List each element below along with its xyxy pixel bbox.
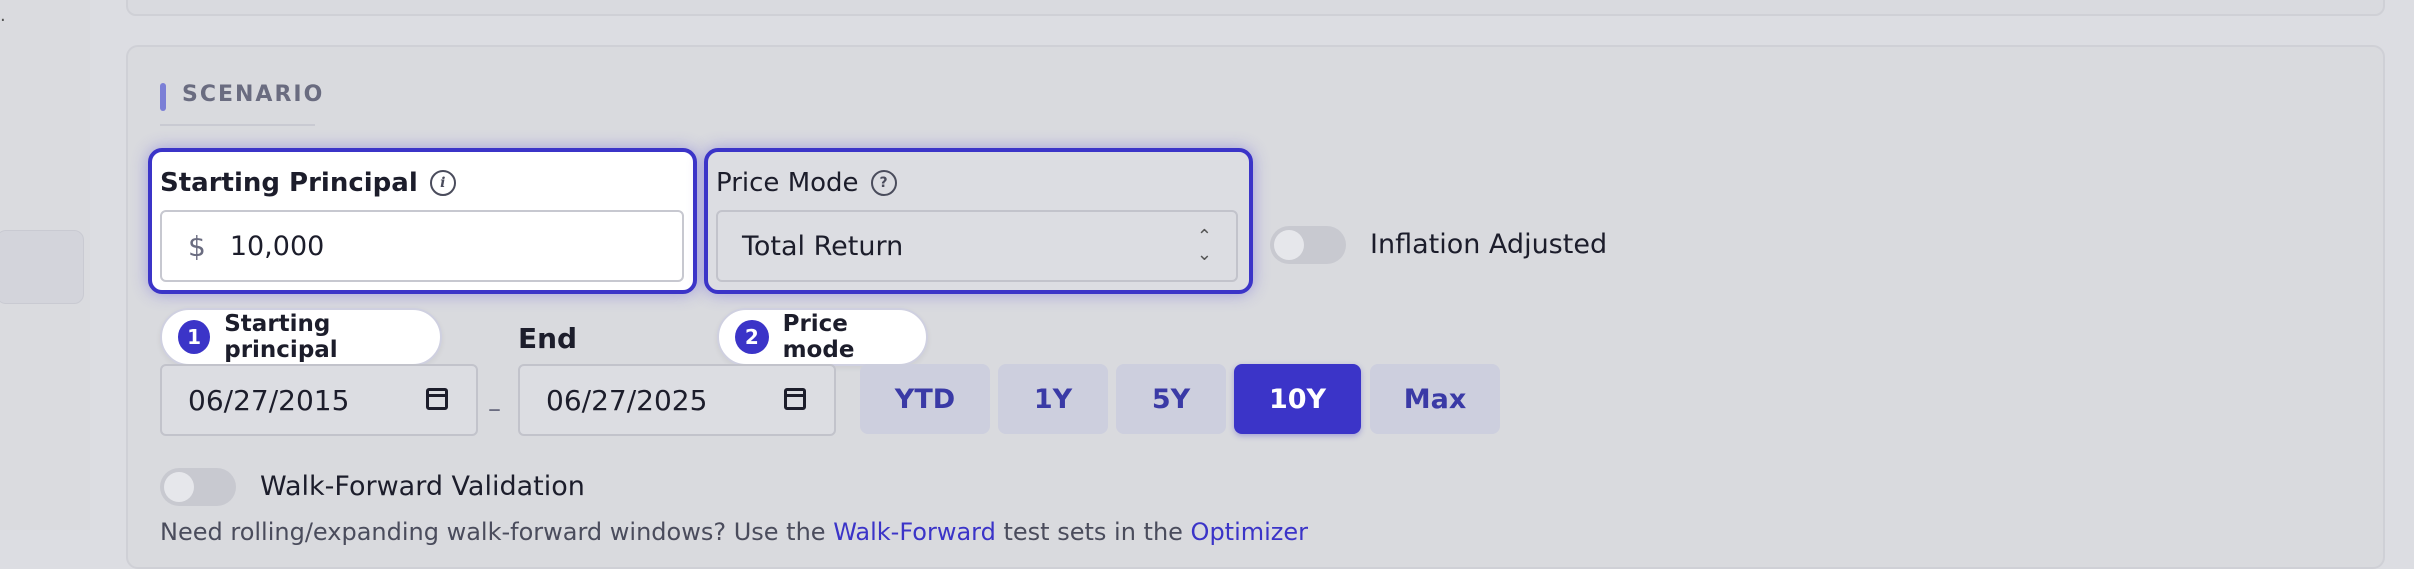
walk-forward-hint: Need rolling/expanding walk-forward wind…	[160, 518, 1308, 546]
hint-prefix: Need rolling/expanding walk-forward wind…	[160, 518, 834, 546]
inflation-adjusted-label: Inflation Adjusted	[1370, 229, 1608, 260]
tour-step-starting-principal[interactable]: 1 Starting principal	[160, 308, 442, 366]
section-header: SCENARIO	[160, 80, 322, 126]
range-button-ytd[interactable]: YTD	[860, 364, 990, 434]
info-icon[interactable]: i	[429, 170, 456, 196]
tour-step-number: 1	[178, 320, 211, 354]
tour-step-number: 2	[735, 320, 769, 354]
range-button-10y[interactable]: 10Y	[1234, 364, 1361, 434]
start-date-value: 06/27/2015	[188, 383, 350, 417]
price-mode-value: Total Return	[742, 230, 904, 262]
price-mode-label-text: Price Mode	[716, 168, 859, 198]
inflation-adjusted-toggle[interactable]	[1270, 226, 1346, 264]
starting-principal-input[interactable]: $ 10,000	[160, 210, 684, 282]
starting-principal-value[interactable]: 10,000	[230, 231, 324, 262]
currency-symbol: $	[188, 229, 206, 263]
date-separator: –	[488, 394, 501, 424]
walk-forward-toggle[interactable]	[160, 468, 236, 506]
tour-step-label: Price mode	[782, 311, 855, 363]
hint-middle: test sets in the	[995, 518, 1191, 546]
tour-step-price-mode[interactable]: 2 Price mode	[717, 308, 928, 366]
price-mode-select[interactable]: Total Return ⌃ ⌄	[716, 210, 1238, 282]
optimizer-link[interactable]: Optimizer	[1191, 518, 1308, 546]
range-button-5y[interactable]: 5Y	[1116, 364, 1226, 434]
left-sidebar: ·	[0, 0, 92, 530]
toggle-knob	[1274, 230, 1304, 260]
end-date-value: 06/27/2025	[546, 383, 708, 417]
section-accent-bar	[160, 83, 166, 111]
start-date-input[interactable]: 06/27/2015	[160, 364, 478, 436]
section-title: SCENARIO	[182, 82, 325, 107]
sidebar-edge-glyph: ·	[0, 10, 6, 31]
tour-step-label: Starting principal	[224, 311, 338, 363]
walk-forward-label: Walk-Forward Validation	[260, 471, 585, 502]
starting-principal-label: Starting Principal i	[160, 168, 456, 198]
end-date-input[interactable]: 06/27/2025	[518, 364, 836, 436]
help-icon[interactable]: ?	[870, 170, 897, 196]
walk-forward-link[interactable]: Walk-Forward	[833, 518, 996, 546]
sidebar-item[interactable]	[0, 230, 84, 304]
toggle-knob	[164, 472, 194, 502]
select-chevron-icon: ⌃ ⌄	[1196, 226, 1212, 265]
starting-principal-label-text: Starting Principal	[160, 168, 418, 198]
range-button-max[interactable]: Max	[1370, 364, 1500, 434]
price-mode-label: Price Mode ?	[716, 168, 897, 198]
range-button-1y[interactable]: 1Y	[998, 364, 1108, 434]
calendar-icon[interactable]	[784, 388, 806, 410]
previous-card	[126, 0, 2385, 16]
calendar-icon[interactable]	[426, 388, 448, 410]
end-date-label: End	[518, 322, 578, 355]
